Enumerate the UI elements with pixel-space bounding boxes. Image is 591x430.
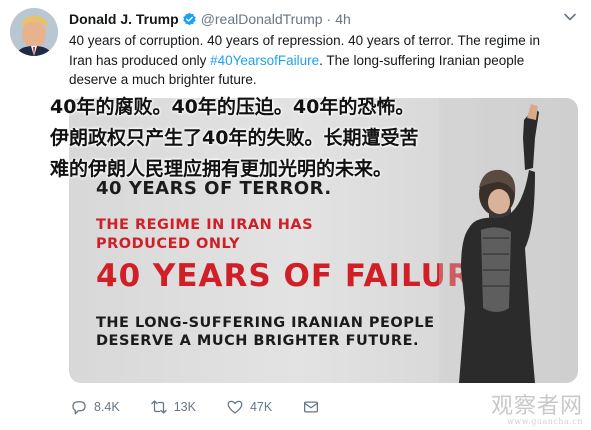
like-count: 47K [249, 400, 273, 414]
retweet-button[interactable]: 13K [150, 398, 196, 416]
reply-count: 8.4K [94, 400, 120, 414]
direct-message-button[interactable] [302, 398, 326, 416]
verified-badge-icon [182, 12, 197, 27]
translation-line: 难的伊朗人民理应拥有更加光明的未来。 [50, 158, 393, 180]
separator-dot: · [326, 11, 332, 27]
tweet-actions: 8.4K 13K 47K [70, 397, 356, 417]
reply-icon [72, 401, 86, 415]
avatar-image [10, 8, 58, 56]
tweet-card: Donald J. Trump @realDonaldTrump · 4h 40… [0, 0, 591, 430]
like-button[interactable]: 47K [226, 398, 272, 416]
poster-line-people: DESERVE A MUCH BRIGHTER FUTURE. [96, 333, 420, 349]
avatar[interactable] [10, 8, 58, 56]
watermark-name: 观察者网 [490, 394, 583, 419]
tweet-header: Donald J. Trump @realDonaldTrump · 4h [69, 9, 351, 29]
envelope-icon [304, 401, 319, 413]
watermark-url: www.guancha.cn [507, 417, 583, 426]
chevron-down-icon[interactable] [563, 10, 577, 24]
user-handle[interactable]: @realDonaldTrump [201, 11, 323, 27]
poster-line-people: THE LONG-SUFFERING IRANIAN PEOPLE [96, 315, 435, 331]
watermark: 观察者网 www.guancha.cn [491, 396, 583, 426]
tweet-timestamp[interactable]: 4h [335, 11, 351, 27]
poster-line-terror: 40 YEARS OF TERROR. [96, 178, 332, 199]
tweet-text: 40 years of corruption. 40 years of repr… [69, 31, 559, 90]
poster-line-regime: THE REGIME IN IRAN HAS [96, 217, 314, 233]
display-name[interactable]: Donald J. Trump [69, 11, 179, 27]
hashtag-link[interactable]: #40YearsofFailure [210, 53, 319, 68]
translation-line: 40年的腐败。40年的压迫。40年的恐怖。 [50, 96, 415, 118]
poster-line-regime: PRODUCED ONLY [96, 236, 241, 252]
reply-button[interactable]: 8.4K [70, 398, 120, 416]
retweet-icon [150, 400, 167, 414]
retweet-count: 13K [173, 400, 196, 414]
heart-icon [227, 400, 243, 414]
translation-line: 伊朗政权只产生了40年的失败。长期遭受苦 [50, 127, 419, 149]
